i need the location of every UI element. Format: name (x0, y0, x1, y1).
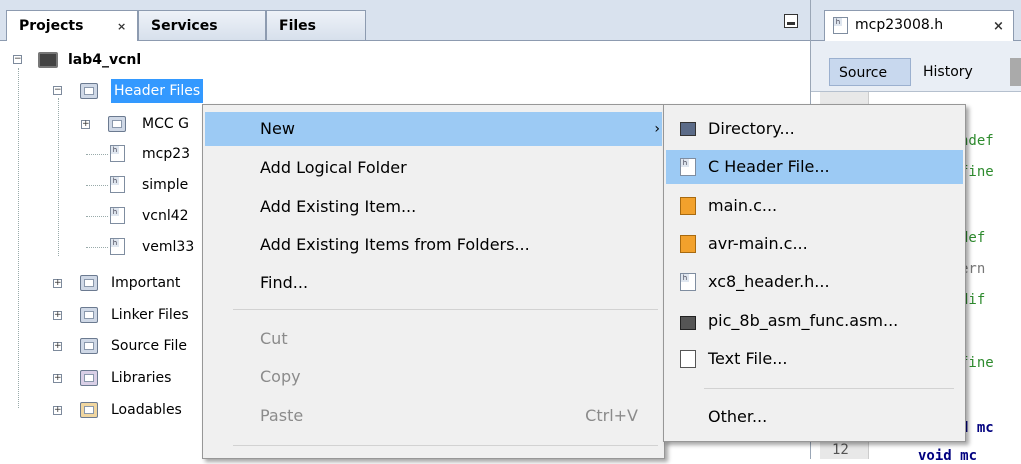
header-file-icon (110, 145, 125, 162)
editor-tab-label: mcp23008.h (855, 17, 944, 33)
tab-services-label: Services (151, 18, 218, 34)
submenu-item-label: avr-main.c... (708, 234, 808, 253)
tree-guide (86, 185, 108, 186)
menu-item-add-logical-folder[interactable]: Add Logical Folder (205, 151, 662, 185)
header-file-icon (833, 17, 848, 34)
menu-separator (233, 309, 658, 310)
line-number: 12 (832, 442, 849, 458)
submenu-item-avr-main-c[interactable]: avr-main.c... (666, 227, 963, 261)
submenu-item-directory[interactable]: Directory... (666, 112, 963, 146)
chevron-right-icon: › (654, 121, 660, 137)
submenu-item-text-file[interactable]: Text File... (666, 342, 963, 376)
editor-tab[interactable]: mcp23008.h × (824, 10, 1014, 41)
context-menu: New › Add Logical Folder Add Existing It… (202, 104, 665, 459)
history-button[interactable]: History (914, 58, 994, 86)
tree-item[interactable]: veml33 (142, 235, 194, 259)
tree-item[interactable]: simple (142, 173, 188, 197)
tree-guide (58, 98, 59, 256)
tree-item[interactable]: Source File (111, 334, 187, 358)
expand-icon[interactable]: + (53, 374, 62, 383)
submenu-item-label: C Header File... (708, 157, 830, 176)
submenu-item-pic-asm[interactable]: pic_8b_asm_func.asm... (666, 304, 963, 338)
submenu-item-label: Other... (708, 407, 768, 426)
menu-item-find[interactable]: Find... (205, 266, 662, 300)
text-file-icon (680, 350, 696, 368)
tree-item[interactable]: mcp23 (142, 142, 190, 166)
tree-item[interactable]: MCC G (142, 112, 189, 136)
submenu-item-label: pic_8b_asm_func.asm... (708, 311, 899, 330)
tab-files[interactable]: Files (266, 10, 366, 40)
asm-file-icon (680, 316, 696, 330)
folder-icon (108, 116, 126, 132)
submenu-item-c-header-file[interactable]: C Header File... (666, 150, 963, 184)
loadables-folder-icon (80, 402, 98, 418)
tree-guide (86, 154, 108, 155)
paste-shortcut: Ctrl+V (585, 406, 638, 425)
minimize-icon[interactable] (784, 14, 798, 28)
menu-item-new-label: New (260, 119, 295, 138)
submenu-item-xc8-header[interactable]: xc8_header.h... (666, 265, 963, 299)
source-button[interactable]: Source (829, 58, 911, 86)
tree-item[interactable]: Important (111, 271, 180, 295)
tree-project-root[interactable]: lab4_vcnl (68, 48, 141, 72)
header-file-icon (680, 273, 696, 291)
folder-icon (80, 83, 98, 99)
menu-item-copy[interactable]: Copy (205, 360, 662, 394)
submenu-item-label: Text File... (708, 349, 788, 368)
collapse-icon[interactable]: − (13, 55, 22, 64)
tree-item[interactable]: Linker Files (111, 303, 189, 327)
menu-item-cut[interactable]: Cut (205, 322, 662, 356)
tab-projects-label: Projects (19, 18, 84, 34)
c-file-icon (680, 197, 696, 215)
header-file-icon (110, 238, 125, 255)
tree-item[interactable]: Libraries (111, 366, 171, 390)
menu-item-add-existing-items-from-folders[interactable]: Add Existing Items from Folders... (205, 228, 662, 262)
expand-icon[interactable]: + (53, 406, 62, 415)
tree-item[interactable]: vcnl42 (142, 204, 189, 228)
submenu-item-label: main.c... (708, 196, 778, 215)
menu-item-paste[interactable]: Paste Ctrl+V (205, 399, 662, 433)
toolbar-overflow-icon[interactable] (1010, 58, 1021, 86)
header-file-icon (110, 176, 125, 193)
submenu-item-other[interactable]: Other... (666, 400, 963, 434)
tree-item[interactable]: Loadables (111, 398, 182, 422)
expand-icon[interactable]: + (53, 279, 62, 288)
folder-icon (80, 307, 98, 323)
menu-item-add-existing-item[interactable]: Add Existing Item... (205, 190, 662, 224)
libraries-folder-icon (80, 370, 98, 386)
new-submenu: Directory... C Header File... main.c... … (663, 104, 966, 442)
code-fragment: void mc (918, 448, 978, 464)
menu-item-new[interactable]: New › (205, 112, 662, 146)
header-file-icon (680, 158, 696, 176)
menu-separator (704, 388, 954, 389)
submenu-item-main-c[interactable]: main.c... (666, 189, 963, 223)
menu-separator (233, 445, 658, 446)
menu-item-paste-label: Paste (260, 406, 304, 425)
close-icon[interactable]: × (993, 13, 1004, 41)
expand-icon[interactable]: + (81, 120, 90, 129)
folder-icon (80, 338, 98, 354)
tree-guide (86, 216, 108, 217)
submenu-item-label: xc8_header.h... (708, 272, 830, 291)
c-file-icon (680, 235, 696, 253)
expand-icon[interactable]: + (53, 342, 62, 351)
folder-icon (680, 122, 696, 136)
tree-guide (18, 68, 19, 408)
project-chip-icon (38, 52, 58, 68)
tree-header-files[interactable]: Header Files (111, 79, 204, 103)
submenu-item-label: Directory... (708, 119, 795, 138)
tree-guide (86, 247, 108, 248)
header-file-icon (110, 207, 125, 224)
tab-projects[interactable]: Projects × (6, 10, 138, 41)
tab-files-label: Files (279, 18, 316, 34)
collapse-icon[interactable]: − (53, 86, 62, 95)
tab-services[interactable]: Services (138, 10, 266, 40)
folder-icon (80, 275, 98, 291)
close-icon[interactable]: × (117, 12, 126, 42)
expand-icon[interactable]: + (53, 311, 62, 320)
